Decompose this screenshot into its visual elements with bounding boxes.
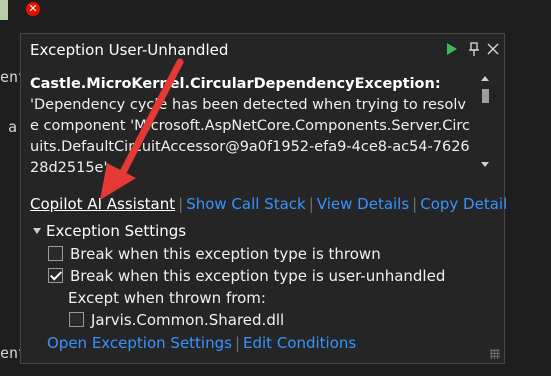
exception-type: Castle.MicroKernel.CircularDependencyExc… [30, 76, 441, 92]
action-links: Copilot AI Assistant | Show Call Stack | Vie… [30, 194, 507, 214]
link-separator: | [234, 334, 241, 352]
continue-icon[interactable] [445, 41, 459, 57]
popup-header: Exception User-Unhandled [21, 34, 504, 64]
link-separator: | [308, 195, 314, 213]
copy-detail-link[interactable]: Copy Detail [420, 195, 507, 213]
edit-conditions-link[interactable]: Edit Conditions [243, 334, 356, 352]
scroll-down-icon[interactable] [481, 162, 489, 167]
scroll-up-icon[interactable] [481, 76, 489, 81]
module-exclusion-checkbox[interactable] [69, 312, 84, 327]
link-separator: | [412, 195, 418, 213]
show-call-stack-link[interactable]: Show Call Stack [186, 195, 306, 213]
break-when-thrown-option[interactable]: Break when this exception type is thrown [48, 244, 381, 264]
exception-message-text: 'Dependency cycle has been detected when… [30, 97, 470, 176]
break-when-thrown-checkbox[interactable] [48, 246, 63, 261]
code-fragment: a [8, 118, 18, 136]
module-label: Jarvis.Common.Shared.dll [91, 311, 285, 329]
message-scrollbar[interactable] [479, 72, 493, 170]
copilot-ai-assistant-link[interactable]: Copilot AI Assistant [30, 195, 175, 213]
exception-message: Castle.MicroKernel.CircularDependencyExc… [30, 74, 470, 179]
resize-grip[interactable] [490, 349, 500, 359]
section-title: Exception Settings [46, 222, 187, 240]
close-icon[interactable] [486, 41, 500, 57]
line-highlight [0, 0, 8, 20]
bottom-links: Open Exception Settings | Edit Conditions [47, 333, 356, 353]
option-label: Break when this exception type is user-u… [70, 267, 446, 285]
exception-settings-header[interactable]: Exception Settings [33, 221, 186, 241]
scroll-thumb[interactable] [482, 89, 489, 103]
error-icon[interactable]: ✕ [26, 2, 40, 16]
exception-helper-popup: Exception User-Unhandled Castle.MicroKer… [20, 33, 507, 364]
open-exception-settings-link[interactable]: Open Exception Settings [47, 334, 232, 352]
option-label: Break when this exception type is thrown [70, 245, 381, 263]
pin-icon[interactable] [467, 41, 481, 57]
link-separator: | [178, 195, 184, 213]
break-when-unhandled-checkbox[interactable] [48, 268, 63, 283]
break-when-unhandled-option[interactable]: Break when this exception type is user-u… [48, 266, 445, 286]
collapse-triangle-icon[interactable] [33, 228, 41, 234]
except-when-thrown-label: Except when thrown from: [68, 289, 266, 307]
popup-title: Exception User-Unhandled [30, 41, 229, 59]
view-details-link[interactable]: View Details [317, 195, 409, 213]
module-exclusion-option[interactable]: Jarvis.Common.Shared.dll [69, 310, 284, 330]
